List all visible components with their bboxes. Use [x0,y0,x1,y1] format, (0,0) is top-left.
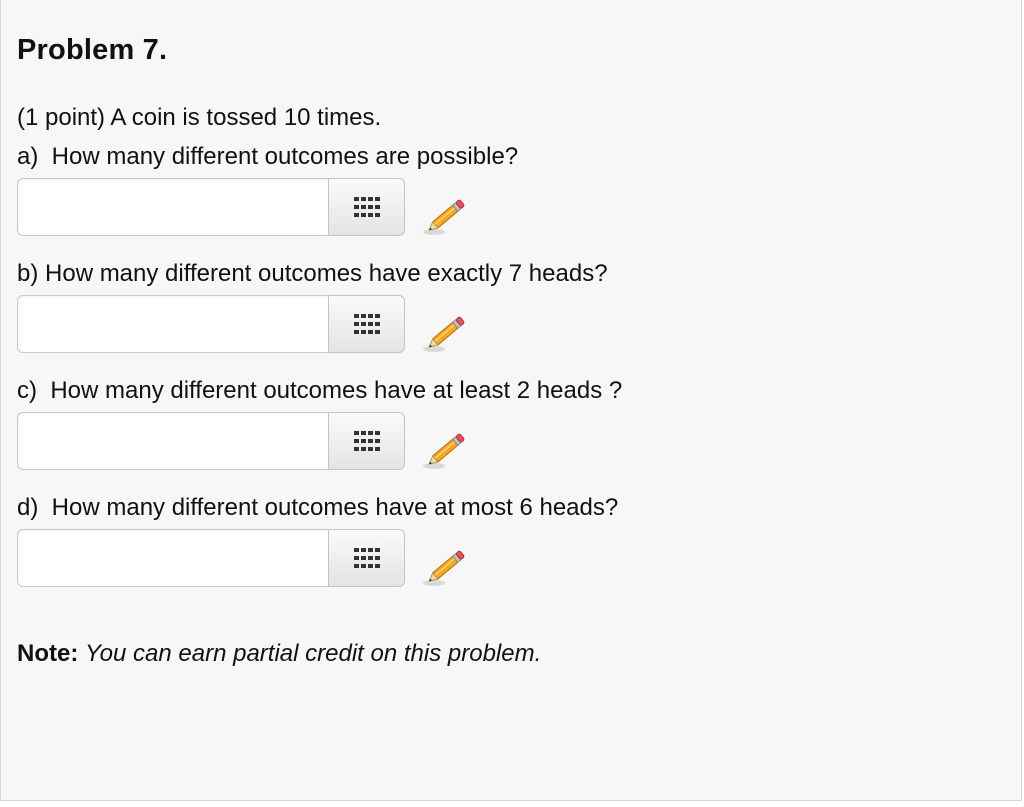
partial-credit-note: Note: You can earn partial credit on thi… [17,640,541,668]
note-text: You can earn partial credit on this prob… [85,640,542,667]
keypad-icon [353,197,380,217]
note-label: Note: [17,640,79,667]
keypad-button-c[interactable] [328,412,405,470]
keypad-icon [353,314,380,334]
question-c-label: c) How many different outcomes have at l… [17,377,623,404]
keypad-button-a[interactable] [328,178,405,236]
answer-input-c[interactable] [17,412,329,470]
problem-intro: (1 point) A coin is tossed 10 times. [17,104,382,131]
keypad-icon [353,431,380,451]
answer-row-b [17,295,477,355]
keypad-button-d[interactable] [328,529,405,587]
answer-row-c [17,412,477,472]
pencil-icon[interactable] [422,192,470,238]
problem-panel: Problem 7. (1 point) A coin is tossed 10… [0,0,1022,801]
question-a-label: a) How many different outcomes are possi… [17,143,519,170]
answer-input-b[interactable] [17,295,329,353]
answer-row-d [17,529,477,589]
question-d-label: d) How many different outcomes have at m… [17,494,619,521]
answer-input-a[interactable] [17,178,329,236]
pencil-icon[interactable] [422,309,470,355]
pencil-icon[interactable] [422,426,470,472]
keypad-button-b[interactable] [328,295,405,353]
answer-row-a [17,178,477,238]
problem-title: Problem 7. [17,34,168,66]
keypad-icon [353,548,380,568]
answer-input-d[interactable] [17,529,329,587]
question-b-label: b) How many different outcomes have exac… [17,260,608,287]
pencil-icon[interactable] [422,543,470,589]
